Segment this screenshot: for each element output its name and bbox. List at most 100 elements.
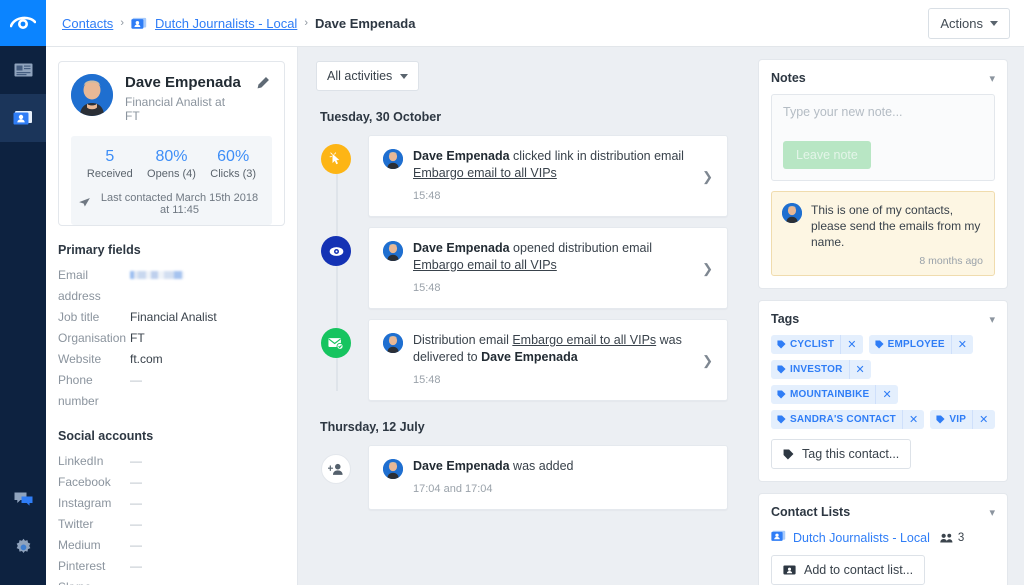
chevron-down-icon — [400, 73, 409, 79]
tag-icon — [777, 390, 786, 399]
stat-label: Clicks (3) — [210, 168, 257, 180]
chevron-right-icon[interactable]: ❯ — [696, 261, 713, 277]
tag-label-wrap: CYCLIST — [771, 335, 840, 354]
timeline-link[interactable]: Embargo email to all VIPs — [512, 333, 656, 347]
sidebar-item-contacts[interactable] — [0, 94, 46, 142]
chevron-right-icon[interactable]: ❯ — [696, 169, 713, 185]
avatar — [383, 149, 403, 169]
note-item: This is one of my contacts, please send … — [771, 191, 995, 276]
content-columns: Dave Empenada Financial Analist at FT 5 … — [46, 47, 1024, 585]
tag-remove-icon[interactable]: ✕ — [972, 410, 994, 429]
tags-panel: Tags ▾ CYCLIST ✕ EMPLOYEE ✕ INVESTOR ✕ M… — [758, 300, 1008, 482]
field-label: Organisation — [58, 331, 127, 345]
contact-list-item[interactable]: Dutch Journalists - Local 3 — [771, 530, 995, 545]
actions-button[interactable]: Actions — [928, 7, 1010, 39]
field-twitter: Twitter — — [58, 514, 285, 535]
contact-lists-body: Dutch Journalists - Local 3 Add to conta… — [759, 530, 1007, 585]
field-organisation: Organisation FT — [58, 328, 285, 349]
contact-card-icon — [13, 111, 32, 125]
breadcrumb-separator-1: › — [120, 17, 124, 29]
note-body: This is one of my contacts, please send … — [811, 202, 983, 267]
timeline-action: clicked link in distribution email — [509, 149, 684, 163]
field-label: Twitter — [58, 517, 94, 531]
timeline-item: Distribution email Embargo email to all … — [316, 319, 728, 401]
timeline-card[interactable]: Distribution email Embargo email to all … — [368, 319, 728, 401]
tag-remove-icon[interactable]: ✕ — [875, 385, 897, 404]
tag-chip[interactable]: MOUNTAINBIKE ✕ — [771, 385, 898, 404]
activity-filter-button[interactable]: All activities — [316, 61, 420, 91]
field-phone: Phone number — — [58, 370, 285, 412]
timeline-card[interactable]: Dave Empenada opened distribution email … — [368, 227, 728, 309]
primary-fields-title: Primary fields — [58, 243, 141, 257]
tag-chip[interactable]: CYCLIST ✕ — [771, 335, 863, 354]
sidebar-item-newsroom[interactable] — [0, 46, 46, 94]
timeline-link[interactable]: Embargo email to all VIPs — [413, 258, 557, 272]
people-icon — [940, 533, 953, 542]
engagement-stats: 5 Received 80% Opens (4) 60% Clicks (3) — [71, 136, 272, 225]
field-pinterest: Pinterest — — [58, 556, 285, 577]
field-value: — — [130, 454, 142, 468]
contact-header: Dave Empenada Financial Analist at FT — [71, 74, 272, 123]
chevron-down-icon[interactable]: ▾ — [989, 506, 995, 519]
tag-label-wrap: SANDRA'S CONTACT — [771, 410, 902, 429]
tag-this-contact-label: Tag this contact... — [802, 447, 900, 461]
leave-note-button[interactable]: Leave note — [783, 141, 871, 169]
notes-panel-header: Notes ▾ — [759, 60, 1007, 94]
chevron-right-icon[interactable]: ❯ — [696, 353, 713, 369]
sidebar-item-settings[interactable] — [0, 523, 46, 571]
tag-chip[interactable]: VIP ✕ — [930, 410, 995, 429]
field-label: Website — [58, 352, 102, 366]
tag-label-wrap: INVESTOR — [771, 360, 849, 379]
add-to-contact-list-label: Add to contact list... — [804, 563, 914, 577]
stats-row: 5 Received 80% Opens (4) 60% Clicks (3) — [79, 147, 264, 180]
field-facebook: Facebook — — [58, 472, 285, 493]
tag-chip[interactable]: EMPLOYEE ✕ — [868, 335, 974, 354]
tag-label: CYCLIST — [790, 339, 835, 350]
top-bar: Contacts › Dutch Journalists - Local › D… — [46, 0, 1024, 47]
contact-lists-panel: Contact Lists ▾ Dutch Journalists - Loca… — [758, 493, 1008, 585]
stat-opens: 80% Opens (4) — [141, 147, 203, 180]
newspaper-icon — [14, 63, 32, 77]
contact-name: Dave Empenada — [125, 74, 241, 91]
chevron-down-icon[interactable]: ▾ — [989, 72, 995, 85]
breadcrumb-contacts[interactable]: Contacts — [62, 16, 113, 31]
tag-chip[interactable]: SANDRA'S CONTACT ✕ — [771, 410, 925, 429]
field-skype: Skype — — [58, 577, 285, 585]
breadcrumb-separator-2: › — [304, 17, 308, 29]
app-logo[interactable] — [0, 0, 46, 46]
timeline-action: Distribution email — [413, 333, 513, 347]
contact-card-icon — [771, 530, 786, 545]
breadcrumb-list[interactable]: Dutch Journalists - Local — [155, 16, 297, 31]
note-input-placeholder: Type your new note... — [783, 105, 903, 119]
contact-summary-card: Dave Empenada Financial Analist at FT 5 … — [58, 61, 285, 226]
field-value: — — [130, 577, 142, 585]
timeline-item: Dave Empenada clicked link in distributi… — [316, 135, 728, 217]
timeline-card[interactable]: Dave Empenada clicked link in distributi… — [368, 135, 728, 217]
add-to-contact-list-button[interactable]: Add to contact list... — [771, 555, 926, 585]
timeline-actor: Dave Empenada — [413, 241, 510, 255]
stat-value: 5 — [105, 148, 115, 165]
field-value: ft.com — [130, 352, 163, 366]
field-value: — — [130, 373, 142, 387]
actions-button-label: Actions — [940, 15, 983, 31]
tags-panel-body: CYCLIST ✕ EMPLOYEE ✕ INVESTOR ✕ MOUNTAIN… — [759, 335, 1007, 481]
tag-this-contact-button[interactable]: Tag this contact... — [771, 439, 912, 469]
timeline-link[interactable]: Embargo email to all VIPs — [413, 166, 557, 180]
contact-list-link[interactable]: Dutch Journalists - Local — [793, 531, 930, 545]
chevron-down-icon[interactable]: ▾ — [989, 313, 995, 326]
note-input-box[interactable]: Type your new note... Leave note — [771, 94, 995, 181]
left-rail — [0, 0, 46, 585]
timeline-action: opened distribution email — [509, 241, 653, 255]
tag-remove-icon[interactable]: ✕ — [848, 360, 871, 379]
field-label: Pinterest — [58, 559, 106, 573]
contact-identity: Dave Empenada Financial Analist at FT — [125, 74, 242, 123]
tag-remove-icon[interactable]: ✕ — [901, 410, 924, 429]
sidebar-item-chat[interactable] — [0, 475, 46, 523]
tag-remove-icon[interactable]: ✕ — [840, 335, 862, 354]
stat-label: Received — [86, 168, 133, 180]
timeline-card[interactable]: Dave Empenada was added 17:04 and 17:04 — [368, 445, 728, 510]
tag-icon — [783, 449, 794, 459]
pencil-icon[interactable] — [254, 74, 272, 97]
tag-remove-icon[interactable]: ✕ — [950, 335, 973, 354]
tag-chip[interactable]: INVESTOR ✕ — [771, 360, 871, 379]
